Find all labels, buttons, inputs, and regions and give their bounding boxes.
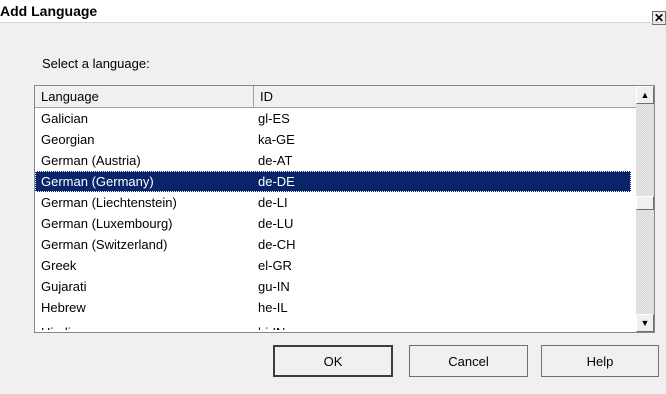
- language-id: de-LI: [258, 195, 288, 210]
- column-header-id[interactable]: ID: [254, 86, 638, 108]
- scroll-thumb[interactable]: [636, 196, 654, 210]
- language-id: de-AT: [258, 153, 293, 168]
- language-list[interactable]: Language ID Galician gl-ES Georgian ka-G…: [34, 85, 655, 333]
- ok-button[interactable]: OK: [273, 345, 393, 377]
- list-item[interactable]: Greek el-GR: [35, 255, 631, 276]
- scroll-down-button[interactable]: ▼: [636, 314, 654, 332]
- language-name: Hebrew: [41, 300, 86, 315]
- scroll-up-button[interactable]: ▲: [636, 86, 654, 104]
- list-item[interactable]: German (Austria) de-AT: [35, 150, 631, 171]
- vertical-scrollbar[interactable]: ▲ ▼: [636, 86, 654, 332]
- list-item[interactable]: German (Luxembourg) de-LU: [35, 213, 631, 234]
- list-item[interactable]: Galician gl-ES: [35, 108, 631, 129]
- triangle-down-icon: ▼: [640, 318, 650, 328]
- language-name: Hindi: [41, 322, 71, 330]
- title-bar: Add Language: [0, 0, 666, 22]
- language-name: Georgian: [41, 132, 95, 147]
- language-name: Galician: [41, 111, 88, 126]
- language-id: hi-IN: [258, 322, 285, 330]
- language-id: ka-GE: [258, 132, 295, 147]
- column-header-language[interactable]: Language: [35, 86, 254, 108]
- list-item[interactable]: German (Switzerland) de-CH: [35, 234, 631, 255]
- language-id: de-LU: [258, 216, 294, 231]
- list-item-partial[interactable]: Hindi hi-IN: [35, 322, 631, 330]
- language-name: German (Austria): [41, 153, 141, 168]
- language-id: gu-IN: [258, 279, 290, 294]
- language-id: gl-ES: [258, 111, 290, 126]
- language-id: de-DE: [258, 174, 295, 189]
- select-language-label: Select a language:: [42, 56, 150, 71]
- language-name: German (Liechtenstein): [41, 195, 177, 210]
- list-item[interactable]: Gujarati gu-IN: [35, 276, 631, 297]
- language-id: he-IL: [258, 300, 288, 315]
- list-item[interactable]: Georgian ka-GE: [35, 129, 631, 150]
- language-id: de-CH: [258, 237, 296, 252]
- language-name: German (Switzerland): [41, 237, 168, 252]
- cancel-button[interactable]: Cancel: [409, 345, 528, 377]
- language-name: German (Luxembourg): [41, 216, 173, 231]
- dialog-title: Add Language: [0, 3, 98, 19]
- triangle-up-icon: ▲: [640, 90, 650, 100]
- title-divider: [0, 22, 666, 23]
- list-header: Language ID: [35, 86, 638, 108]
- language-name: German (Germany): [41, 174, 154, 189]
- help-button[interactable]: Help: [541, 345, 659, 377]
- list-item[interactable]: German (Liechtenstein) de-LI: [35, 192, 631, 213]
- language-id: el-GR: [258, 258, 292, 273]
- language-name: Greek: [41, 258, 77, 273]
- language-name: Gujarati: [41, 279, 87, 294]
- list-item[interactable]: Hebrew he-IL: [35, 297, 631, 318]
- list-item-selected[interactable]: German (Germany) de-DE: [35, 171, 631, 192]
